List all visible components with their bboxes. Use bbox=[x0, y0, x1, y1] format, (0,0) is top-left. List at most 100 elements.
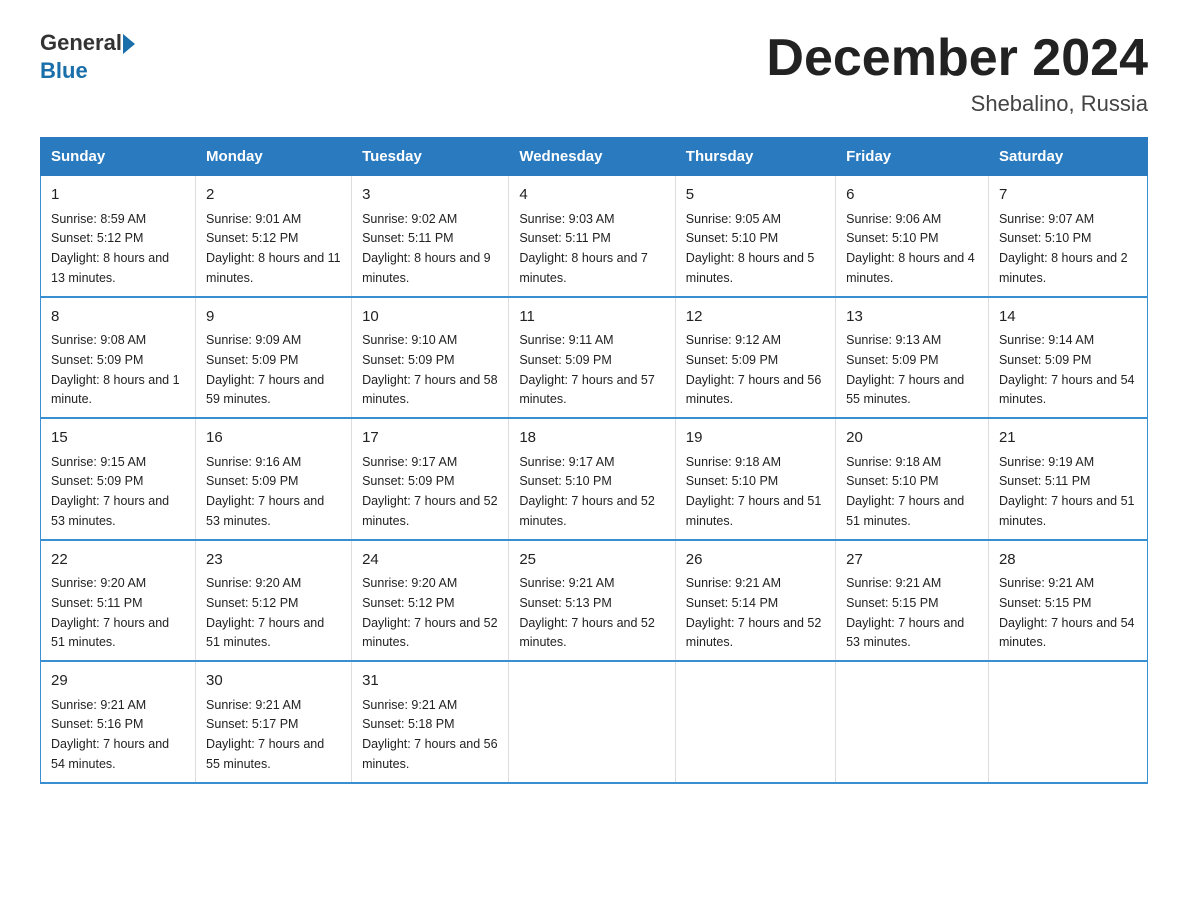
calendar-cell: 25 Sunrise: 9:21 AMSunset: 5:13 PMDayligh… bbox=[509, 540, 675, 662]
day-number: 11 bbox=[519, 306, 664, 329]
calendar-cell: 31 Sunrise: 9:21 AMSunset: 5:18 PMDayligh… bbox=[352, 661, 509, 783]
calendar-cell: 6 Sunrise: 9:06 AMSunset: 5:10 PMDaylight… bbox=[836, 176, 989, 297]
day-number: 13 bbox=[846, 306, 978, 329]
day-info: Sunrise: 9:05 AMSunset: 5:10 PMDaylight:… bbox=[686, 212, 815, 285]
calendar-title: December 2024 bbox=[766, 30, 1148, 87]
day-info: Sunrise: 9:15 AMSunset: 5:09 PMDaylight:… bbox=[51, 455, 169, 528]
day-info: Sunrise: 9:13 AMSunset: 5:09 PMDaylight:… bbox=[846, 333, 964, 406]
day-number: 4 bbox=[519, 184, 664, 207]
calendar-cell: 16Sunrise: 9:16 AMSunset: 5:09 PMDayligh… bbox=[196, 418, 352, 540]
header-day-friday: Friday bbox=[836, 138, 989, 176]
calendar-week-2: 8 Sunrise: 9:08 AMSunset: 5:09 PMDaylight… bbox=[41, 297, 1148, 419]
day-info: Sunrise: 9:11 AMSunset: 5:09 PMDaylight:… bbox=[519, 333, 655, 406]
day-number: 16 bbox=[206, 427, 341, 450]
day-info: Sunrise: 8:59 AMSunset: 5:12 PMDaylight:… bbox=[51, 212, 169, 285]
day-number: 18 bbox=[519, 427, 664, 450]
day-info: Sunrise: 9:10 AMSunset: 5:09 PMDaylight:… bbox=[362, 333, 498, 406]
calendar-week-4: 22Sunrise: 9:20 AMSunset: 5:11 PMDayligh… bbox=[41, 540, 1148, 662]
day-info: Sunrise: 9:14 AMSunset: 5:09 PMDaylight:… bbox=[999, 333, 1135, 406]
calendar-cell: 19Sunrise: 9:18 AMSunset: 5:10 PMDayligh… bbox=[675, 418, 835, 540]
logo-general-text: General bbox=[40, 30, 122, 56]
calendar-cell: 26 Sunrise: 9:21 AMSunset: 5:14 PMDayligh… bbox=[675, 540, 835, 662]
calendar-cell bbox=[836, 661, 989, 783]
day-info: Sunrise: 9:17 AMSunset: 5:09 PMDaylight:… bbox=[362, 455, 498, 528]
calendar-week-1: 1Sunrise: 8:59 AMSunset: 5:12 PMDaylight… bbox=[41, 176, 1148, 297]
day-info: Sunrise: 9:19 AMSunset: 5:11 PMDaylight:… bbox=[999, 455, 1135, 528]
day-info: Sunrise: 9:17 AMSunset: 5:10 PMDaylight:… bbox=[519, 455, 655, 528]
calendar-cell: 23 Sunrise: 9:20 AMSunset: 5:12 PMDayligh… bbox=[196, 540, 352, 662]
day-number: 29 bbox=[51, 670, 185, 693]
calendar-cell: 18 Sunrise: 9:17 AMSunset: 5:10 PMDayligh… bbox=[509, 418, 675, 540]
day-number: 10 bbox=[362, 306, 498, 329]
day-number: 6 bbox=[846, 184, 978, 207]
day-number: 31 bbox=[362, 670, 498, 693]
day-number: 7 bbox=[999, 184, 1137, 207]
calendar-body: 1Sunrise: 8:59 AMSunset: 5:12 PMDaylight… bbox=[41, 176, 1148, 783]
day-info: Sunrise: 9:21 AMSunset: 5:14 PMDaylight:… bbox=[686, 576, 822, 649]
day-info: Sunrise: 9:03 AMSunset: 5:11 PMDaylight:… bbox=[519, 212, 648, 285]
day-info: Sunrise: 9:06 AMSunset: 5:10 PMDaylight:… bbox=[846, 212, 975, 285]
day-number: 3 bbox=[362, 184, 498, 207]
day-info: Sunrise: 9:02 AMSunset: 5:11 PMDaylight:… bbox=[362, 212, 491, 285]
header-day-thursday: Thursday bbox=[675, 138, 835, 176]
calendar-cell: 1Sunrise: 8:59 AMSunset: 5:12 PMDaylight… bbox=[41, 176, 196, 297]
day-number: 20 bbox=[846, 427, 978, 450]
day-info: Sunrise: 9:18 AMSunset: 5:10 PMDaylight:… bbox=[686, 455, 822, 528]
calendar-cell: 28Sunrise: 9:21 AMSunset: 5:15 PMDayligh… bbox=[988, 540, 1147, 662]
header-day-saturday: Saturday bbox=[988, 138, 1147, 176]
calendar-header: SundayMondayTuesdayWednesdayThursdayFrid… bbox=[41, 138, 1148, 176]
calendar-cell: 9 Sunrise: 9:09 AMSunset: 5:09 PMDaylight… bbox=[196, 297, 352, 419]
logo-arrow-icon bbox=[123, 34, 135, 54]
day-info: Sunrise: 9:21 AMSunset: 5:13 PMDaylight:… bbox=[519, 576, 655, 649]
calendar-cell: 13 Sunrise: 9:13 AMSunset: 5:09 PMDayligh… bbox=[836, 297, 989, 419]
calendar-cell: 30 Sunrise: 9:21 AMSunset: 5:17 PMDayligh… bbox=[196, 661, 352, 783]
day-info: Sunrise: 9:18 AMSunset: 5:10 PMDaylight:… bbox=[846, 455, 964, 528]
day-info: Sunrise: 9:09 AMSunset: 5:09 PMDaylight:… bbox=[206, 333, 324, 406]
day-info: Sunrise: 9:08 AMSunset: 5:09 PMDaylight:… bbox=[51, 333, 180, 406]
header-day-monday: Monday bbox=[196, 138, 352, 176]
header-day-wednesday: Wednesday bbox=[509, 138, 675, 176]
day-number: 23 bbox=[206, 549, 341, 572]
day-number: 21 bbox=[999, 427, 1137, 450]
calendar-cell: 4 Sunrise: 9:03 AMSunset: 5:11 PMDaylight… bbox=[509, 176, 675, 297]
day-number: 24 bbox=[362, 549, 498, 572]
calendar-cell bbox=[988, 661, 1147, 783]
calendar-week-3: 15 Sunrise: 9:15 AMSunset: 5:09 PMDayligh… bbox=[41, 418, 1148, 540]
calendar-cell: 11 Sunrise: 9:11 AMSunset: 5:09 PMDayligh… bbox=[509, 297, 675, 419]
day-number: 8 bbox=[51, 306, 185, 329]
day-number: 28 bbox=[999, 549, 1137, 572]
day-number: 14 bbox=[999, 306, 1137, 329]
day-info: Sunrise: 9:20 AMSunset: 5:12 PMDaylight:… bbox=[206, 576, 324, 649]
calendar-cell: 20 Sunrise: 9:18 AMSunset: 5:10 PMDayligh… bbox=[836, 418, 989, 540]
calendar-cell: 15 Sunrise: 9:15 AMSunset: 5:09 PMDayligh… bbox=[41, 418, 196, 540]
calendar-week-5: 29 Sunrise: 9:21 AMSunset: 5:16 PMDayligh… bbox=[41, 661, 1148, 783]
logo: General Blue bbox=[40, 30, 137, 84]
day-number: 5 bbox=[686, 184, 825, 207]
calendar-cell: 3 Sunrise: 9:02 AMSunset: 5:11 PMDaylight… bbox=[352, 176, 509, 297]
day-number: 15 bbox=[51, 427, 185, 450]
calendar-cell: 10 Sunrise: 9:10 AMSunset: 5:09 PMDayligh… bbox=[352, 297, 509, 419]
logo-blue-text: Blue bbox=[40, 58, 88, 84]
day-number: 27 bbox=[846, 549, 978, 572]
calendar-cell: 5 Sunrise: 9:05 AMSunset: 5:10 PMDaylight… bbox=[675, 176, 835, 297]
day-number: 9 bbox=[206, 306, 341, 329]
calendar-cell: 29 Sunrise: 9:21 AMSunset: 5:16 PMDayligh… bbox=[41, 661, 196, 783]
day-number: 22 bbox=[51, 549, 185, 572]
day-info: Sunrise: 9:21 AMSunset: 5:17 PMDaylight:… bbox=[206, 698, 324, 771]
day-number: 25 bbox=[519, 549, 664, 572]
calendar-cell: 22Sunrise: 9:20 AMSunset: 5:11 PMDayligh… bbox=[41, 540, 196, 662]
day-number: 17 bbox=[362, 427, 498, 450]
day-info: Sunrise: 9:20 AMSunset: 5:12 PMDaylight:… bbox=[362, 576, 498, 649]
day-info: Sunrise: 9:01 AMSunset: 5:12 PMDaylight:… bbox=[206, 212, 341, 285]
header-row: SundayMondayTuesdayWednesdayThursdayFrid… bbox=[41, 138, 1148, 176]
day-info: Sunrise: 9:21 AMSunset: 5:16 PMDaylight:… bbox=[51, 698, 169, 771]
calendar-cell: 14 Sunrise: 9:14 AMSunset: 5:09 PMDayligh… bbox=[988, 297, 1147, 419]
calendar-subtitle: Shebalino, Russia bbox=[766, 91, 1148, 117]
day-info: Sunrise: 9:21 AMSunset: 5:18 PMDaylight:… bbox=[362, 698, 498, 771]
day-number: 2 bbox=[206, 184, 341, 207]
day-info: Sunrise: 9:07 AMSunset: 5:10 PMDaylight:… bbox=[999, 212, 1128, 285]
calendar-cell: 7 Sunrise: 9:07 AMSunset: 5:10 PMDaylight… bbox=[988, 176, 1147, 297]
day-number: 30 bbox=[206, 670, 341, 693]
day-number: 26 bbox=[686, 549, 825, 572]
calendar-cell: 24 Sunrise: 9:20 AMSunset: 5:12 PMDayligh… bbox=[352, 540, 509, 662]
